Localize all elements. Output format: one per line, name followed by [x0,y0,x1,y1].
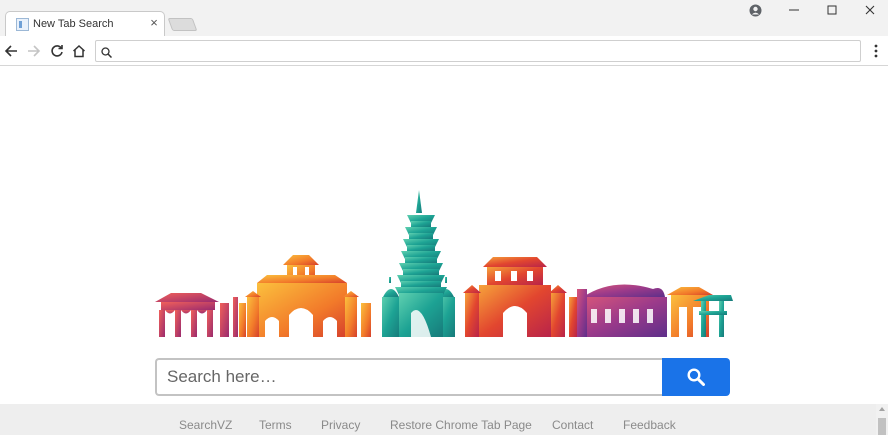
footer-link-terms[interactable]: Terms [259,418,292,432]
footer-link-privacy[interactable]: Privacy [321,418,360,432]
scroll-thumb[interactable] [878,418,886,435]
footer: SearchVZ Terms Privacy Restore Chrome Ta… [0,404,888,435]
close-icon[interactable] [851,0,888,20]
footer-link-searchvz[interactable]: SearchVZ [179,418,232,432]
search-input[interactable] [155,358,663,396]
page-icon [16,18,29,31]
tab-title: New Tab Search [33,18,114,30]
menu-kebab-icon[interactable] [868,41,884,61]
new-tab-icon[interactable] [167,18,198,31]
tab-new-tab-search[interactable]: New Tab Search × [5,11,165,36]
account-icon[interactable] [736,0,774,20]
tab-strip: New Tab Search × [0,0,888,36]
footer-link-feedback[interactable]: Feedback [623,418,676,432]
search-button[interactable] [662,358,730,396]
home-icon[interactable] [69,41,89,61]
maximize-icon[interactable] [813,0,851,20]
skyline-illustration [155,190,733,337]
footer-link-contact[interactable]: Contact [552,418,593,432]
tab-close-icon[interactable]: × [146,15,162,31]
search-icon [687,368,705,386]
search-icon [101,45,113,63]
forward-arrow-icon[interactable] [24,41,44,61]
browser-toolbar [0,36,888,66]
back-arrow-icon[interactable] [1,41,21,61]
scrollbar[interactable] [876,404,888,435]
footer-link-restore-chrome-tab-page[interactable]: Restore Chrome Tab Page [390,418,532,432]
address-bar[interactable] [95,40,861,62]
minimize-icon[interactable] [775,0,813,20]
scroll-up-arrow-icon[interactable] [879,407,885,411]
search-box [155,358,730,396]
address-input[interactable] [118,43,853,59]
reload-icon[interactable] [47,41,67,61]
